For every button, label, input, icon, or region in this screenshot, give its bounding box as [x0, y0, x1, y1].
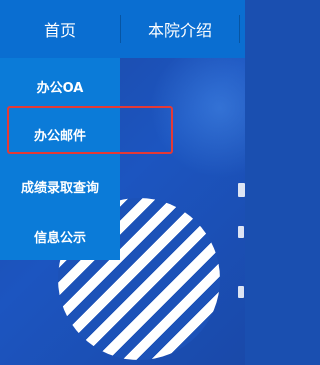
highlight-annotation-box: [7, 106, 173, 154]
home-dropdown-menu: 办公OA 办公邮件 成绩录取查询 信息公示: [0, 58, 120, 260]
dropdown-item-score-admission-query[interactable]: 成绩录取查询: [0, 166, 120, 206]
nav-divider: [239, 15, 240, 43]
nav-item-home[interactable]: 首页: [0, 0, 120, 58]
nav-item-about[interactable]: 本院介绍: [121, 0, 239, 58]
banner-text-fragment: [238, 286, 244, 298]
dropdown-item-office-oa[interactable]: 办公OA: [0, 66, 120, 106]
banner-text-fragment: [238, 226, 244, 238]
dropdown-item-info-notice[interactable]: 信息公示: [0, 216, 120, 256]
top-navigation: 首页 本院介绍: [0, 0, 245, 58]
banner-text-fragment: [238, 183, 245, 197]
